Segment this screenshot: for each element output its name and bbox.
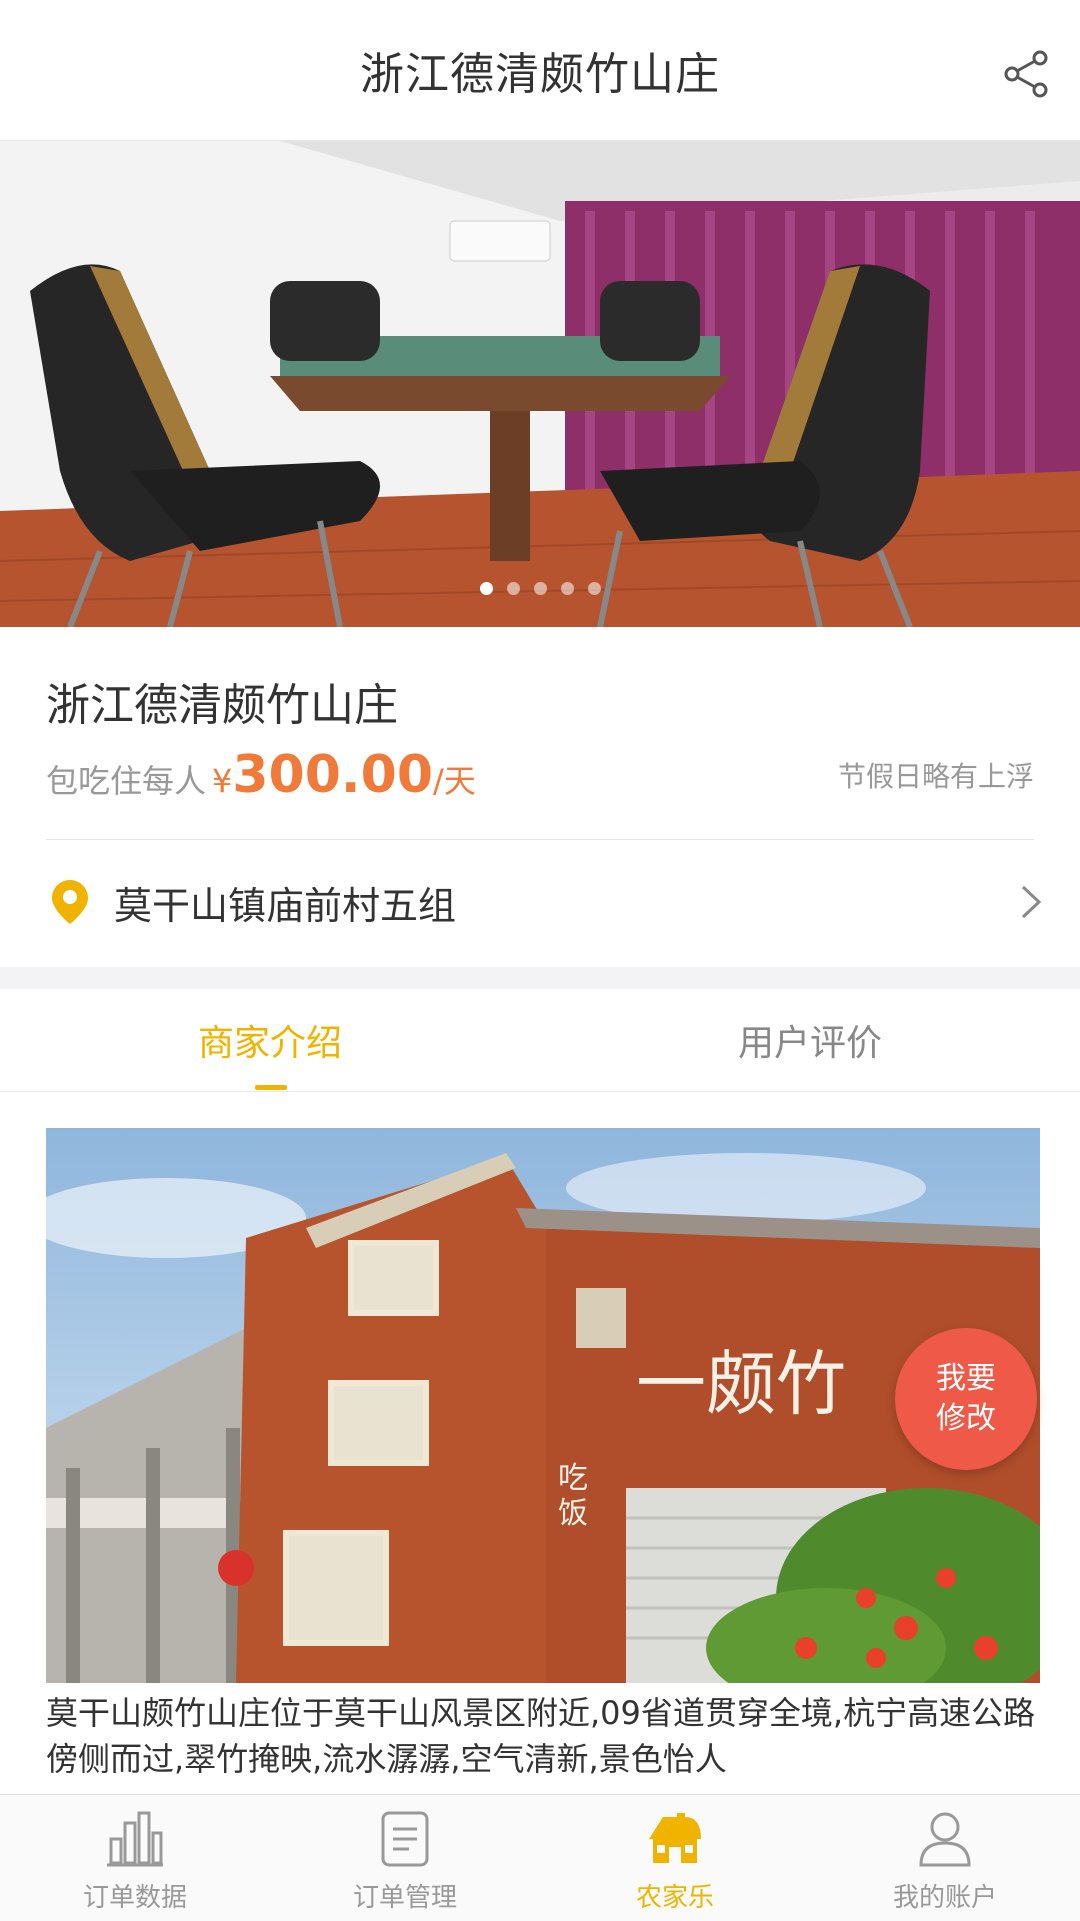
photo-carousel[interactable] (0, 141, 1080, 627)
carousel-dot[interactable] (506, 582, 520, 595)
fab-line2: 修改 (936, 1401, 996, 1436)
carousel-dot[interactable] (560, 582, 574, 595)
price-prefix: 包吃住每人 (46, 762, 207, 800)
page-title: 浙江德清颇竹山庄 (360, 49, 720, 100)
bar-chart-icon (107, 1811, 163, 1867)
holiday-note: 节假日略有上浮 (837, 760, 1034, 793)
fab-line1: 我要 (936, 1361, 996, 1396)
price-box: 包吃住每人 ¥ 300.00 /天 (46, 745, 476, 805)
farmhouse-icon (649, 1813, 701, 1863)
shop-name: 浙江德清颇竹山庄 (46, 680, 398, 731)
tab-user-reviews[interactable]: 用户评价 (540, 989, 1080, 1091)
tabbar-label: 订单数据 (82, 1883, 187, 1913)
svg-text:一颇竹: 一颇竹 (636, 1343, 846, 1425)
tabbar-item-my-account[interactable]: 我的账户 (810, 1795, 1080, 1921)
location-pin-icon (52, 880, 88, 924)
address-row[interactable]: 莫干山镇庙前村五组 (0, 840, 1080, 964)
tabbar-item-order-management[interactable]: 订单管理 (270, 1795, 540, 1921)
merchant-photo: 一颇竹 吃 饭 (46, 1128, 1040, 1683)
tabbar-label: 我的账户 (892, 1883, 997, 1913)
address-text: 莫干山镇庙前村五组 (114, 883, 457, 928)
carousel-dot[interactable] (587, 582, 601, 595)
svg-text:饭: 饭 (558, 1496, 588, 1531)
bottom-tab-bar: 订单数据 订单管理 农家乐 我的账户 (0, 1794, 1080, 1921)
banner-photo (0, 141, 1080, 627)
price-currency: ¥ (212, 762, 233, 800)
merchant-description: 莫干山颇竹山庄位于莫干山风景区附近,09省道贯穿全境,杭宁高速公路傍侧而过,翠竹… (46, 1694, 1036, 1778)
carousel-dot[interactable] (533, 582, 547, 595)
document-icon (381, 1811, 429, 1867)
building-photo: 一颇竹 吃 饭 (46, 1128, 1040, 1683)
price-value: 300.00 (232, 745, 434, 805)
user-icon (919, 1812, 971, 1867)
shop-info: 浙江德清颇竹山庄 包吃住每人 ¥ 300.00 /天 节假日略有上浮 莫干山镇庙… (0, 627, 1080, 967)
tabbar-label: 订单管理 (352, 1883, 457, 1913)
app-header: 浙江德清颇竹山庄 (0, 0, 1080, 141)
carousel-dot[interactable] (479, 582, 493, 595)
tabbar-item-farmhouse[interactable]: 农家乐 (540, 1795, 810, 1921)
tabbar-item-order-data[interactable]: 订单数据 (0, 1795, 270, 1921)
detail-tabs: 商家介绍 用户评价 (0, 989, 1080, 1092)
svg-text:吃: 吃 (558, 1461, 588, 1496)
carousel-indicator (0, 582, 1080, 595)
chevron-right-icon (1021, 885, 1042, 919)
tabbar-label: 农家乐 (635, 1883, 714, 1913)
price-unit: /天 (433, 762, 476, 800)
tab-merchant-intro[interactable]: 商家介绍 (0, 989, 540, 1091)
tab-indicator (255, 1085, 287, 1090)
share-icon[interactable] (1000, 48, 1052, 100)
section-gap (0, 967, 1080, 989)
edit-fab-button[interactable]: 我要 修改 (895, 1328, 1037, 1470)
price-row: 包吃住每人 ¥ 300.00 /天 节假日略有上浮 (46, 739, 1034, 809)
